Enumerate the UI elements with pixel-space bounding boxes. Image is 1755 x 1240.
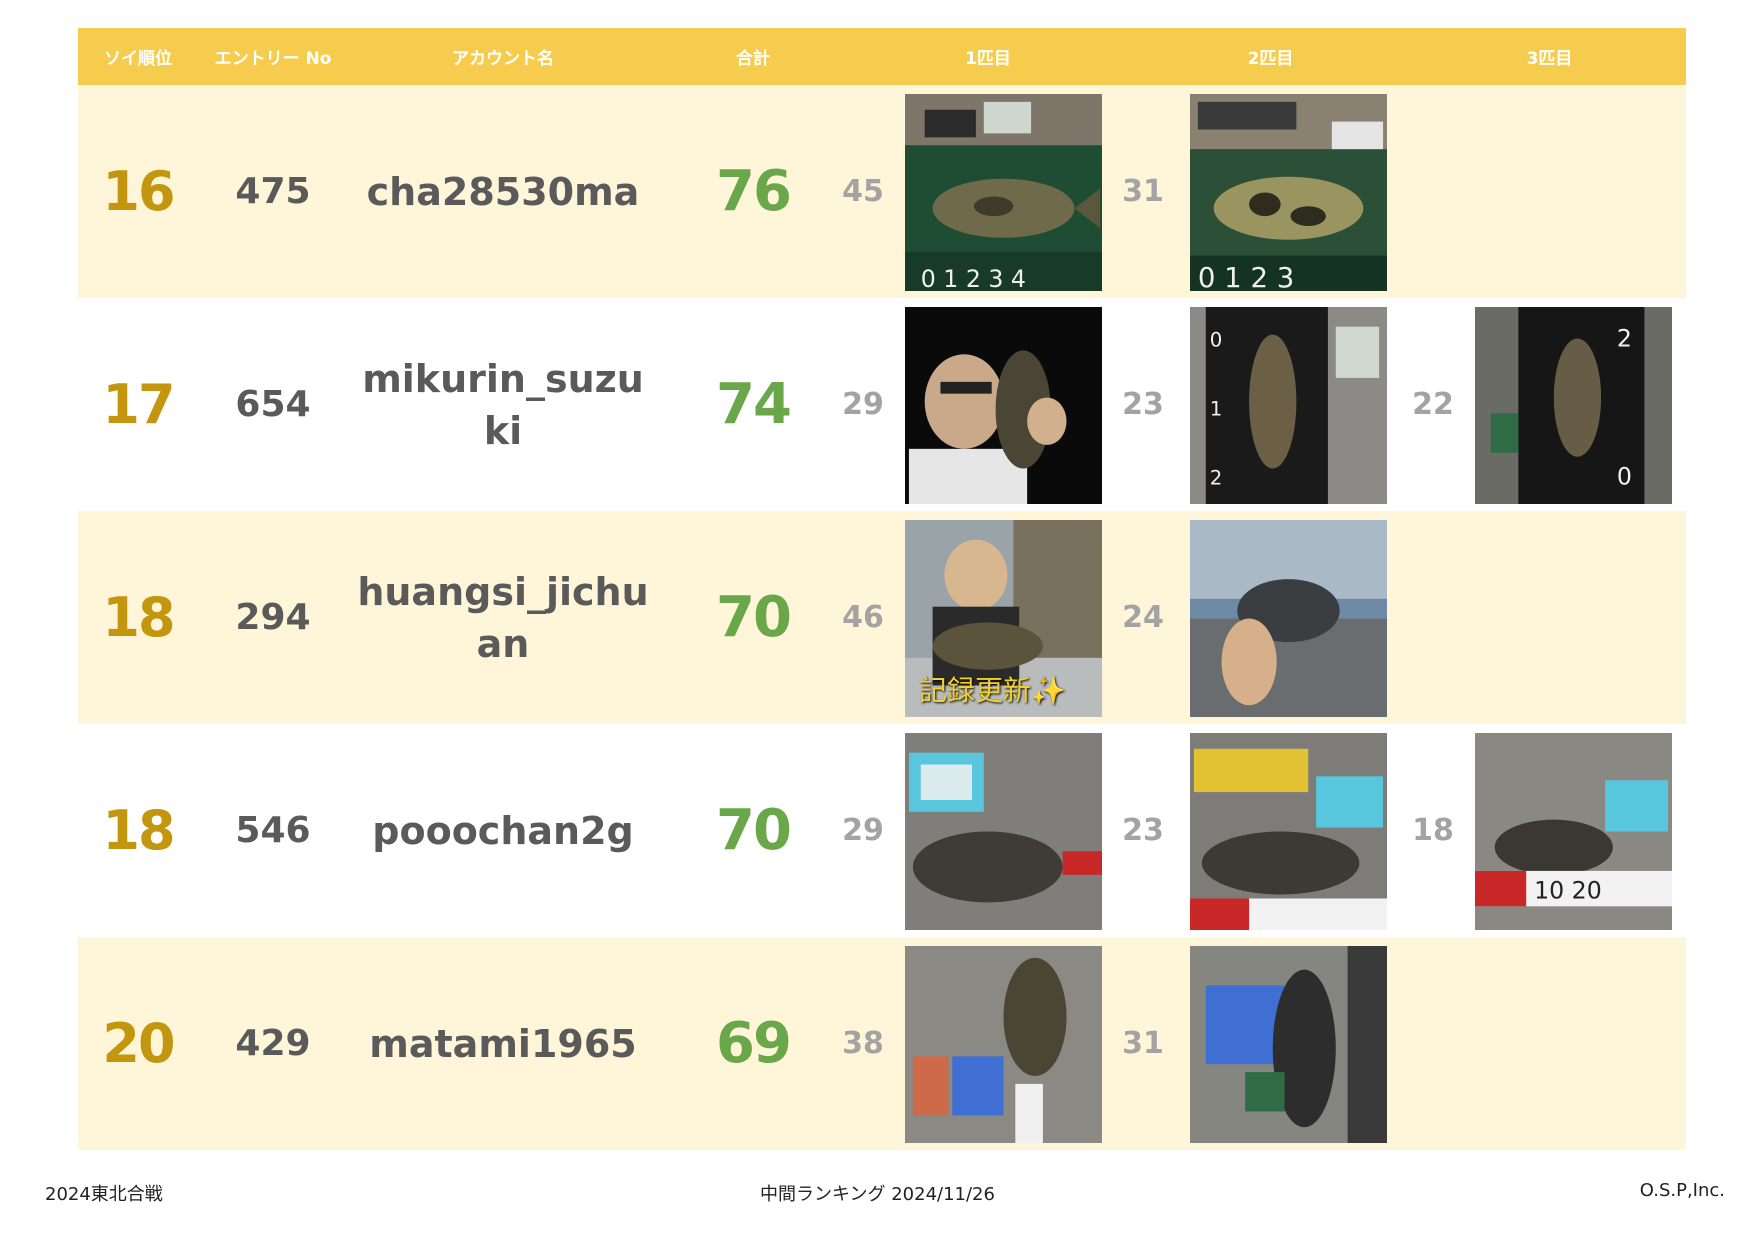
fish1-score: 29	[842, 387, 884, 422]
svg-text:2: 2	[1210, 466, 1223, 489]
rank-value: 18	[102, 586, 175, 649]
fish2-photo[interactable]: 0 1 2 3	[1190, 94, 1387, 291]
entry-number: 654	[235, 384, 311, 425]
header-account: アカウント名	[452, 49, 554, 69]
fish2-score: 31	[1122, 174, 1164, 209]
fish1-photo[interactable]	[905, 733, 1102, 930]
rank-value: 18	[102, 799, 175, 862]
footer-ranking-date: 中間ランキング 2024/11/26	[760, 1184, 995, 1205]
table-row: 18 294 huangsi_jichuan 70 46 記録更新✨ 24	[78, 511, 1686, 724]
fish1-score: 38	[842, 1026, 884, 1061]
fish1-photo[interactable]: 記録更新✨	[905, 520, 1102, 717]
header-rank: ソイ順位	[104, 49, 172, 69]
account-name: cha28530ma	[366, 169, 640, 214]
header-fish3: 3匹目	[1526, 49, 1573, 69]
table-row: 17 654 mikurin_suzuki 74 29 23 0 1 2 22 …	[78, 298, 1686, 511]
fish2-score: 23	[1122, 387, 1164, 422]
rank-value: 20	[102, 1012, 175, 1075]
fish1-score: 29	[842, 813, 884, 848]
table-row: 18 546 pooochan2g 70 29 23 18 10 20	[78, 724, 1686, 937]
fish2-score: 24	[1122, 600, 1164, 635]
fish1-photo[interactable]	[905, 946, 1102, 1143]
fish1-score: 45	[842, 174, 884, 209]
svg-text:0: 0	[1210, 328, 1223, 351]
fish3-score	[1398, 85, 1468, 298]
fish2-photo[interactable]	[1190, 946, 1387, 1143]
account-name: matami1965	[369, 1021, 637, 1066]
fish1-photo[interactable]: 0 1 2 3 4	[905, 94, 1102, 291]
svg-text:0 1 2 3: 0 1 2 3	[1198, 261, 1294, 291]
table-row: 16 475 cha28530ma 76 45 0 1 2 3 4 31 0 1…	[78, 85, 1686, 298]
rank-value: 16	[102, 160, 175, 223]
fish3-score: 18	[1412, 813, 1454, 848]
header-fish1: 1匹目	[965, 49, 1011, 69]
fish1-score: 46	[842, 600, 884, 635]
fish2-photo[interactable]	[1190, 733, 1387, 930]
fish2-score: 31	[1122, 1026, 1164, 1061]
fish1-photo[interactable]	[905, 307, 1102, 504]
svg-text:0 1 2 3 4: 0 1 2 3 4	[921, 265, 1026, 291]
fish3-score	[1398, 937, 1468, 1150]
footer-company: O.S.P,Inc.	[1639, 1180, 1725, 1201]
total-score: 74	[716, 372, 792, 437]
entry-number: 294	[235, 597, 311, 638]
svg-text:1: 1	[1210, 397, 1223, 420]
total-score: 69	[716, 1011, 792, 1076]
fish3-score: 22	[1412, 387, 1454, 422]
fish3-photo[interactable]: 10 20	[1475, 733, 1672, 930]
table-row: 20 429 matami1965 69 38 31	[78, 937, 1686, 1150]
svg-text:2: 2	[1617, 324, 1632, 352]
fish2-photo[interactable]	[1190, 520, 1387, 717]
svg-text:10 20: 10 20	[1534, 876, 1602, 904]
fish3-score	[1398, 511, 1468, 724]
header-fish2: 2匹目	[1247, 49, 1294, 69]
account-name: huangsi_jichuan	[357, 569, 649, 666]
fish3-photo[interactable]: 2 0	[1475, 307, 1672, 504]
fish2-score: 23	[1122, 813, 1164, 848]
total-score: 70	[716, 798, 792, 863]
account-name: mikurin_suzuki	[362, 356, 644, 453]
ranking-table: ソイ順位 エントリー No アカウント名 合計 1匹目 2匹目 3匹目 16 4…	[78, 28, 1686, 1150]
account-name: pooochan2g	[372, 808, 634, 853]
svg-text:0: 0	[1617, 462, 1632, 490]
entry-number: 546	[235, 810, 311, 851]
header-entry-no: エントリー No	[214, 49, 332, 69]
header-total: 合計	[736, 49, 770, 69]
fish2-photo[interactable]: 0 1 2	[1190, 307, 1387, 504]
rank-value: 17	[102, 373, 175, 436]
total-score: 76	[716, 159, 792, 224]
photo-overlay-text: 記録更新✨	[919, 674, 1066, 707]
table-header: ソイ順位 エントリー No アカウント名 合計 1匹目 2匹目 3匹目	[78, 28, 1686, 85]
entry-number: 475	[235, 171, 311, 212]
total-score: 70	[716, 585, 792, 650]
entry-number: 429	[235, 1023, 311, 1064]
